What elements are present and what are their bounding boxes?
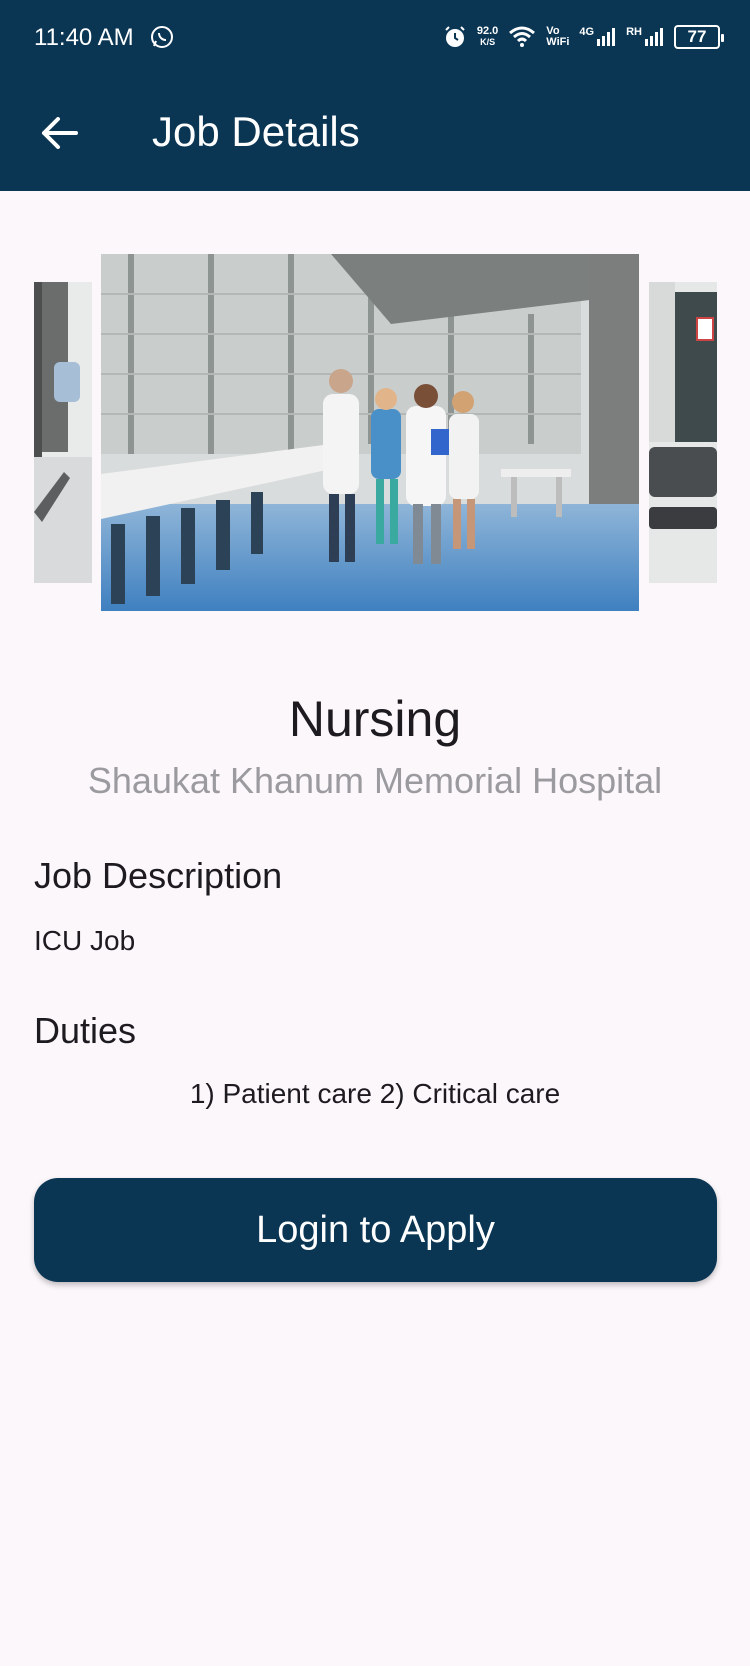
vowifi-indicator: Vo WiFi	[546, 25, 570, 48]
wifi-icon	[509, 26, 536, 47]
back-button[interactable]	[38, 112, 80, 154]
battery-icon: 77	[674, 25, 724, 49]
job-description-text: ICU Job	[34, 925, 136, 956]
duties-heading: Duties	[34, 1010, 137, 1051]
signal-1: 4G	[579, 27, 616, 47]
job-title: Nursing	[288, 691, 462, 747]
alarm-icon	[445, 26, 465, 47]
company-name: Shaukat Khanum Memorial Hospital	[87, 760, 663, 801]
signal-icon	[645, 28, 663, 46]
image-carousel[interactable]	[0, 250, 750, 620]
carousel-image-next[interactable]	[649, 282, 717, 583]
app-bar: 11:40 AM 92.0 K/S Vo WiFi 4G RH 77 Job D…	[0, 0, 750, 191]
duties-text: 1) Patient care 2) Critical care	[189, 1078, 561, 1109]
carousel-image-main[interactable]	[101, 254, 639, 611]
signal-icon	[597, 28, 616, 46]
status-time: 11:40 AM	[34, 24, 134, 51]
job-description-heading: Job Description	[34, 855, 283, 896]
whatsapp-icon	[151, 26, 173, 48]
network-speed: 92.0 K/S	[476, 25, 499, 48]
arrow-back-icon	[42, 117, 78, 149]
signal-2: RH	[626, 27, 664, 47]
page-title: Job Details	[152, 108, 360, 155]
login-to-apply-button[interactable]: Login to Apply	[34, 1178, 717, 1282]
carousel-image-previous[interactable]	[34, 282, 92, 583]
status-icons: 92.0 K/S Vo WiFi 4G RH 77	[443, 22, 724, 52]
